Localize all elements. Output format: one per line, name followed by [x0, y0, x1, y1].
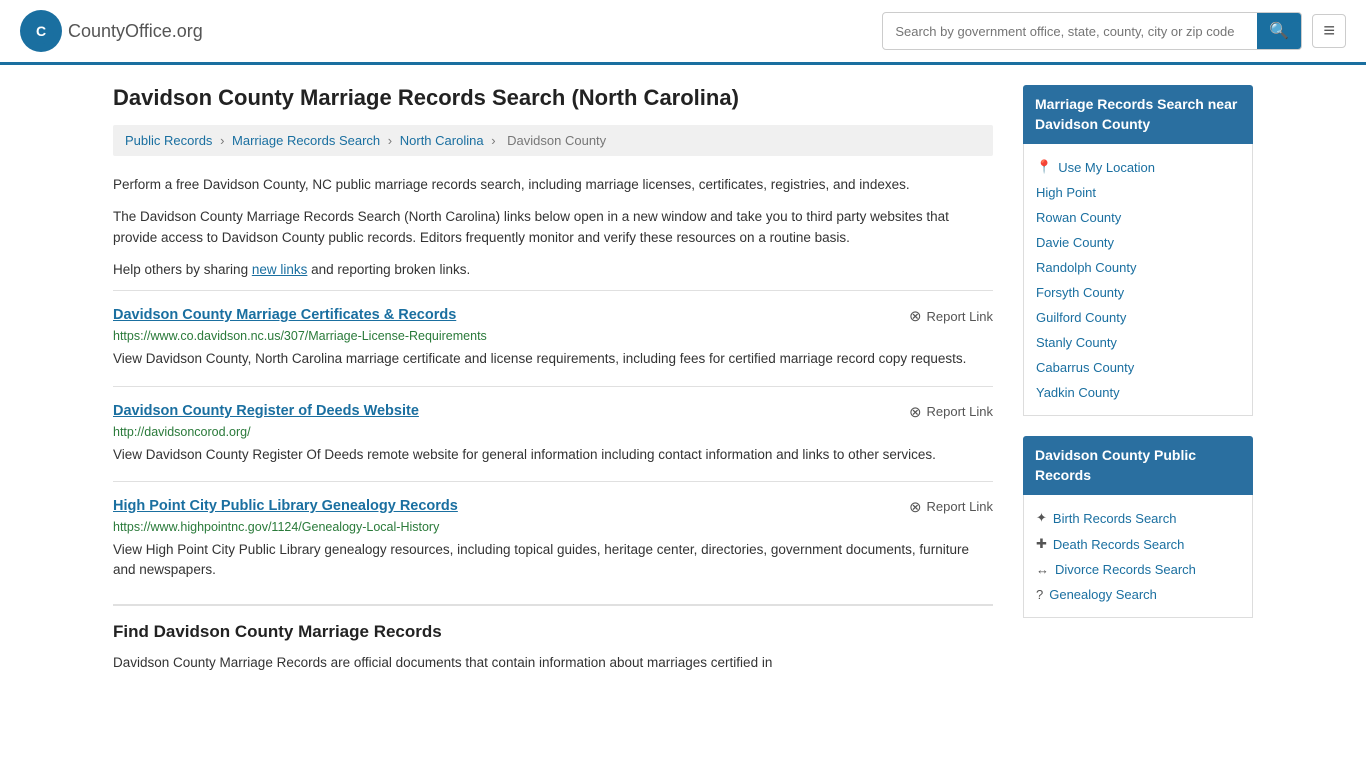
main-container: Davidson County Marriage Records Search …: [93, 65, 1273, 704]
menu-button[interactable]: ≡: [1312, 14, 1346, 48]
sidebar-nearby-link-8[interactable]: Yadkin County: [1036, 380, 1240, 405]
breadcrumb-public-records[interactable]: Public Records: [125, 133, 212, 148]
sidebar-box2-content: ✦ Birth Records Search ✚ Death Records Sear…: [1023, 495, 1253, 618]
sidebar-box1-content: 📍 Use My Location High PointRowan County…: [1023, 144, 1253, 416]
record-url-0: https://www.co.davidson.nc.us/307/Marria…: [113, 329, 993, 343]
record-list: Davidson County Marriage Certificates & …: [113, 290, 993, 596]
sidebar-public-icon-3: ?: [1036, 587, 1043, 602]
report-label-2: Report Link: [927, 499, 993, 514]
description-p3: Help others by sharing new links and rep…: [113, 259, 993, 281]
record-item: Davidson County Register of Deeds Websit…: [113, 386, 993, 481]
search-button[interactable]: 🔍: [1257, 13, 1301, 49]
sidebar-nearby-link-4[interactable]: Forsyth County: [1036, 280, 1240, 305]
location-icon: 📍: [1036, 159, 1052, 175]
report-icon-0: ⊗: [909, 307, 922, 325]
find-section-text: Davidson County Marriage Records are off…: [113, 652, 993, 674]
sidebar-nearby-link-3[interactable]: Randolph County: [1036, 255, 1240, 280]
breadcrumb-marriage-records[interactable]: Marriage Records Search: [232, 133, 380, 148]
record-item-header: Davidson County Marriage Certificates & …: [113, 307, 993, 325]
record-title-0[interactable]: Davidson County Marriage Certificates & …: [113, 307, 456, 323]
sidebar-nearby-link-2[interactable]: Davie County: [1036, 230, 1240, 255]
record-desc-2: View High Point City Public Library gene…: [113, 540, 993, 581]
sidebar: Marriage Records Search near Davidson Co…: [1023, 85, 1253, 684]
record-desc-1: View Davidson County Register Of Deeds r…: [113, 445, 993, 465]
sidebar-public-link-1[interactable]: ✚ Death Records Search: [1036, 531, 1240, 557]
use-my-location-link[interactable]: 📍 Use My Location: [1036, 154, 1240, 180]
description-p1: Perform a free Davidson County, NC publi…: [113, 174, 993, 196]
sidebar-public-links: ✦ Birth Records Search ✚ Death Records Sear…: [1036, 505, 1240, 607]
report-label-0: Report Link: [927, 309, 993, 324]
sidebar-box1-title: Marriage Records Search near Davidson Co…: [1023, 85, 1253, 144]
sidebar-public-label-3: Genealogy Search: [1049, 587, 1157, 602]
sidebar-public-label-2: Divorce Records Search: [1055, 562, 1196, 577]
sidebar-public-icon-2: ↔: [1036, 562, 1049, 577]
logo-icon: C: [20, 10, 62, 52]
sidebar-nearby-link-0[interactable]: High Point: [1036, 180, 1240, 205]
svg-text:C: C: [36, 23, 46, 39]
sidebar-public-label-0: Birth Records Search: [1053, 511, 1177, 526]
report-icon-2: ⊗: [909, 498, 922, 516]
sidebar-public-link-2[interactable]: ↔ Divorce Records Search: [1036, 557, 1240, 582]
logo[interactable]: C CountyOffice.org: [20, 10, 203, 52]
sidebar-public-icon-0: ✦: [1036, 510, 1047, 526]
record-item-header: Davidson County Register of Deeds Websit…: [113, 403, 993, 421]
sidebar-nearby-link-5[interactable]: Guilford County: [1036, 305, 1240, 330]
header-controls: 🔍 ≡: [882, 12, 1346, 50]
search-bar: 🔍: [882, 12, 1302, 50]
new-links-link[interactable]: new links: [252, 262, 308, 277]
page-title: Davidson County Marriage Records Search …: [113, 85, 993, 111]
logo-name: CountyOffice: [68, 21, 172, 41]
sidebar-public-icon-1: ✚: [1036, 536, 1047, 552]
record-item: High Point City Public Library Genealogy…: [113, 481, 993, 597]
sidebar-box-public-records: Davidson County Public Records ✦ Birth Re…: [1023, 436, 1253, 618]
sidebar-nearby-link-7[interactable]: Cabarrus County: [1036, 355, 1240, 380]
report-label-1: Report Link: [927, 404, 993, 419]
breadcrumb-north-carolina[interactable]: North Carolina: [400, 133, 484, 148]
record-title-2[interactable]: High Point City Public Library Genealogy…: [113, 498, 458, 514]
breadcrumb: Public Records › Marriage Records Search…: [113, 125, 993, 156]
record-url-1: http://davidsoncorod.org/: [113, 425, 993, 439]
report-link-0[interactable]: ⊗ Report Link: [909, 307, 993, 325]
record-url-2: https://www.highpointnc.gov/1124/Genealo…: [113, 520, 993, 534]
sidebar-box2-title: Davidson County Public Records: [1023, 436, 1253, 495]
search-input[interactable]: [883, 16, 1257, 47]
record-desc-0: View Davidson County, North Carolina mar…: [113, 349, 993, 369]
record-item-header: High Point City Public Library Genealogy…: [113, 498, 993, 516]
breadcrumb-davidson-county: Davidson County: [507, 133, 606, 148]
logo-ext: .org: [172, 21, 203, 41]
sidebar-nearby-links: High PointRowan CountyDavie CountyRandol…: [1036, 180, 1240, 405]
report-link-2[interactable]: ⊗ Report Link: [909, 498, 993, 516]
report-icon-1: ⊗: [909, 403, 922, 421]
sidebar-nearby-link-6[interactable]: Stanly County: [1036, 330, 1240, 355]
sidebar-nearby-link-1[interactable]: Rowan County: [1036, 205, 1240, 230]
find-section-heading: Find Davidson County Marriage Records: [113, 604, 993, 642]
sidebar-public-link-3[interactable]: ? Genealogy Search: [1036, 582, 1240, 607]
sidebar-public-link-0[interactable]: ✦ Birth Records Search: [1036, 505, 1240, 531]
site-header: C CountyOffice.org 🔍 ≡: [0, 0, 1366, 65]
main-content: Davidson County Marriage Records Search …: [113, 85, 993, 684]
sidebar-box-nearby: Marriage Records Search near Davidson Co…: [1023, 85, 1253, 416]
description-p2: The Davidson County Marriage Records Sea…: [113, 206, 993, 249]
report-link-1[interactable]: ⊗ Report Link: [909, 403, 993, 421]
sidebar-public-label-1: Death Records Search: [1053, 537, 1185, 552]
record-item: Davidson County Marriage Certificates & …: [113, 290, 993, 385]
logo-text: CountyOffice.org: [68, 21, 203, 42]
record-title-1[interactable]: Davidson County Register of Deeds Websit…: [113, 403, 419, 419]
